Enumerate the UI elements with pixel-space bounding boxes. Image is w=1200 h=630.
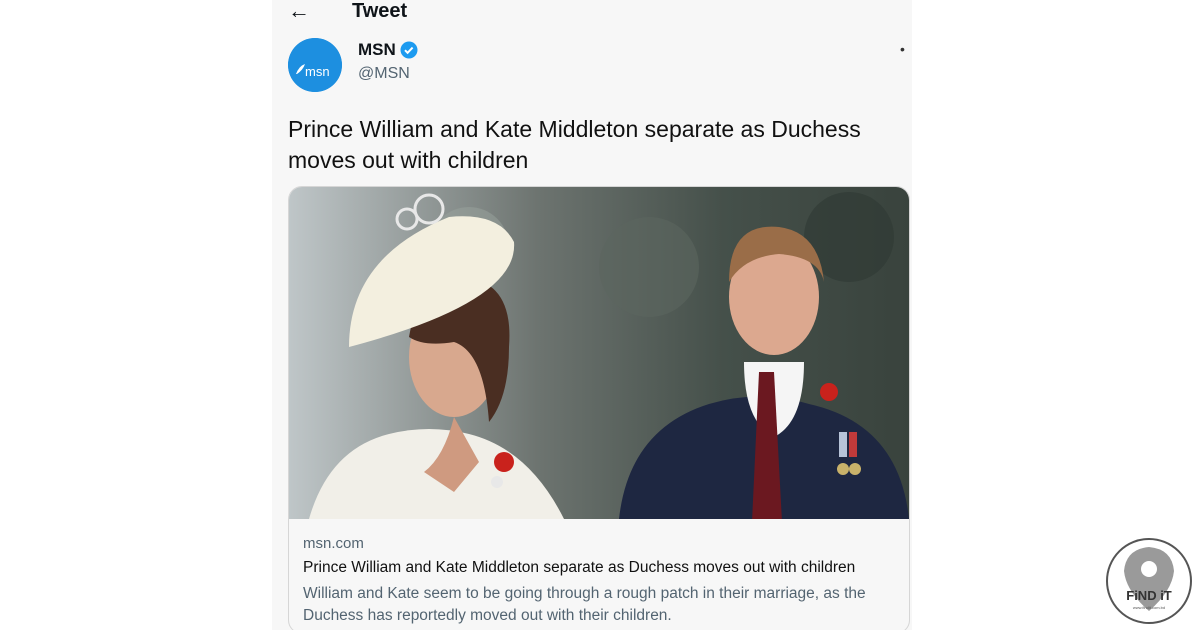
page-title: Tweet — [352, 0, 408, 22]
card-domain: msn.com — [303, 535, 364, 552]
msn-logo-icon: msn — [288, 38, 342, 92]
verified-badge-icon — [400, 41, 418, 59]
link-card[interactable]: msn.com Prince William and Kate Middleto… — [288, 186, 910, 630]
watermark-subtext: www.findit.com.bd — [1133, 605, 1165, 610]
card-title: Prince William and Kate Middleton separa… — [303, 559, 856, 576]
findit-watermark-logo: FiND iT www.findit.com.bd — [1106, 538, 1192, 624]
card-description: William and Kate seem to be going throug… — [303, 585, 866, 624]
avatar[interactable]: msn — [288, 38, 342, 92]
card-image — [289, 187, 909, 519]
author-handle[interactable]: @MSN — [358, 65, 410, 83]
tweet-text: Prince William and Kate Middleton separa… — [288, 116, 861, 173]
back-arrow-icon[interactable]: ← — [288, 0, 310, 24]
header-bar: ← Tweet — [272, 0, 912, 28]
author-name[interactable]: MSN — [358, 40, 396, 60]
avatar-text: msn — [305, 64, 330, 79]
watermark-text: FiND iT — [1126, 588, 1172, 603]
tweet-screen: ← Tweet msn MSN @MSN • Prince William an… — [272, 0, 912, 630]
more-dots-icon[interactable]: • — [900, 42, 905, 56]
